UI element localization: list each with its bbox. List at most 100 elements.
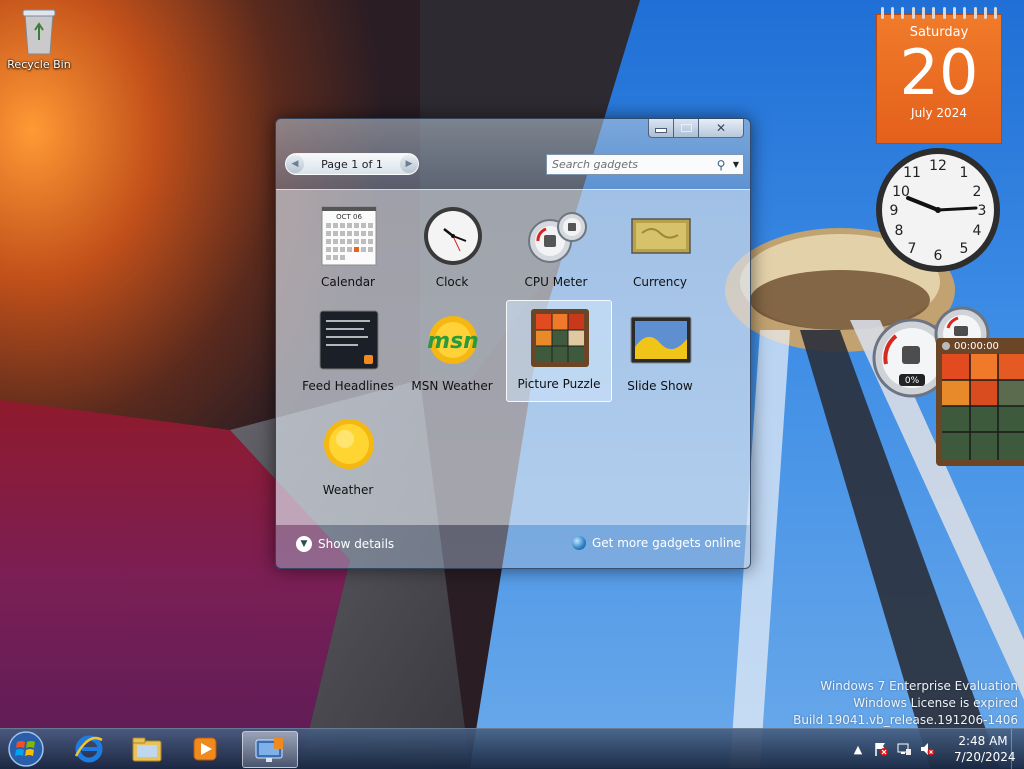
watermark-line-license: Windows License is expired [853,696,1018,710]
show-desktop-button[interactable] [1011,729,1024,769]
gadget-label: Calendar [321,275,375,289]
action-center-flag-icon[interactable] [872,740,890,758]
start-button[interactable] [6,730,46,768]
folder-icon [132,737,162,761]
globe-icon [572,536,586,550]
svg-text:11: 11 [903,165,921,181]
minimize-icon [655,127,667,133]
currency-icon [631,218,691,254]
cpu-percent-text: 0% [905,376,920,386]
feed-headlines-icon [319,310,379,370]
svg-text:7: 7 [908,241,917,257]
gadget-tile-calendar[interactable]: OCT 06 Calendar [296,199,400,299]
watermark-line-build: Build 19041.vb_release.191206-1406 [793,713,1018,727]
maximize-icon [680,124,692,132]
gadget-label: Slide Show [627,379,693,393]
gadget-label: MSN Weather [411,379,493,393]
internet-explorer-icon [74,735,103,762]
svg-text:6: 6 [934,248,943,264]
show-details-button[interactable]: ▼ Show details [296,536,394,552]
gadget-gallery-window: ✕ ◀ Page 1 of 1 ▶ ⚲ ▼ OCT 06 [275,118,751,569]
weather-icon [324,419,374,469]
svg-text:1: 1 [960,165,969,181]
window-controls: ✕ [648,119,744,138]
gadget-tile-clock[interactable]: Clock [400,199,504,299]
gadget-label: Currency [632,275,688,289]
puzzle-timer: 00:00:00 [954,341,999,352]
taskbar-date: 7/20/2024 [954,750,1016,764]
search-icon[interactable]: ⚲ [713,158,729,172]
gadget-label: Clock [435,275,469,289]
svg-text:5: 5 [960,241,969,257]
svg-text:4: 4 [973,223,982,239]
recycle-bin-icon [22,9,56,55]
picture-puzzle-icon [531,309,589,367]
search-dropdown-icon[interactable]: ▼ [729,160,743,169]
chevron-right-icon: ▶ [405,159,413,169]
svg-text:9: 9 [890,203,899,219]
gadget-label: Feed Headlines [302,379,394,393]
watermark-line-edition: Windows 7 Enterprise Evaluation [820,679,1018,693]
svg-text:8: 8 [895,223,904,239]
chevron-left-icon: ◀ [291,159,299,169]
gadget-tile-feed-headlines[interactable]: Feed Headlines [296,303,400,403]
msn-weather-icon: msn [427,316,479,364]
slide-show-icon [630,316,692,364]
search-box: ⚲ ▼ [546,154,744,175]
gadgets-icon [255,737,283,762]
calendar-rings [877,7,1001,19]
minimize-button[interactable] [648,119,674,138]
media-player-icon [193,737,217,760]
chevron-down-icon: ▼ [296,536,312,552]
gadget-tile-weather[interactable]: Weather [296,407,400,507]
windows-watermark: Windows 7 Enterprise Evaluation Windows … [793,678,1018,729]
gadget-tile-cpu-meter[interactable]: CPU Meter [504,199,608,299]
close-button[interactable]: ✕ [699,119,744,138]
maximize-button[interactable] [674,119,699,138]
clock-icon [424,207,482,265]
cpu-meter-icon [528,212,587,263]
show-hidden-icons-icon[interactable]: ▲ [849,740,867,758]
gadget-gallery: OCT 06 Calendar Clock CPU Meter Currency… [276,189,750,525]
search-input[interactable] [547,158,713,171]
next-page-button[interactable]: ▶ [400,155,418,173]
calendar-date: 20 [899,36,979,109]
gadget-tile-slide-show[interactable]: Slide Show [608,303,712,403]
network-icon[interactable] [895,740,913,758]
taskbar-time: 2:48 AM [958,734,1008,748]
page-navigator: ◀ Page 1 of 1 ▶ [285,153,419,175]
recycle-bin-label: Recycle Bin [7,58,71,71]
clock-gadget[interactable]: 12 12 345 678 91011 [874,146,1002,274]
recycle-bin[interactable]: Recycle Bin [4,4,74,71]
taskbar-windows-explorer[interactable] [120,731,174,766]
calendar-gadget[interactable]: Saturday 20 July 2024 [876,7,1002,144]
calendar-icon-month: OCT 06 [336,213,362,221]
picture-puzzle-gadget[interactable]: 00:00:00 [936,338,1024,466]
taskbar-internet-explorer[interactable] [62,731,116,766]
taskbar-media-player[interactable] [178,731,232,766]
get-more-gadgets-label: Get more gadgets online [592,536,742,550]
page-indicator: Page 1 of 1 [321,157,383,171]
gadget-tile-picture-puzzle[interactable]: Picture Puzzle [506,300,612,402]
gadget-label: Picture Puzzle [517,377,601,391]
calendar-icon: OCT 06 [321,206,377,266]
gadget-tile-msn-weather[interactable]: msn MSN Weather [400,303,504,403]
msn-logo-text: msn [427,329,479,354]
gallery-footer: ▼ Show details Get more gadgets online [276,524,750,568]
prev-page-button[interactable]: ◀ [286,155,304,173]
taskbar-clock[interactable]: 2:48 AM 7/20/2024 [954,733,1016,765]
svg-text:12: 12 [929,158,947,174]
close-icon: ✕ [715,121,727,135]
get-more-gadgets-link[interactable]: Get more gadgets online [572,536,741,550]
svg-text:2: 2 [973,184,982,200]
volume-muted-icon[interactable] [918,740,936,758]
system-tray: ▲ 2:48 AM 7/20/2024 [844,729,1016,769]
svg-text:3: 3 [978,203,987,219]
gadget-label: Weather [322,483,374,497]
taskbar-gadgets-active[interactable] [242,731,298,768]
gadget-tile-currency[interactable]: Currency [608,199,712,299]
calendar-month: July 2024 [911,106,967,120]
gadget-label: CPU Meter [524,275,588,289]
taskbar: ▲ 2:48 AM 7/20/2024 [0,728,1024,769]
show-details-label: Show details [318,537,395,551]
